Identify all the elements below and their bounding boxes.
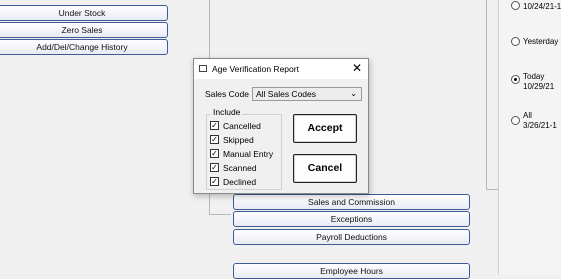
cancel-button[interactable]: Cancel <box>293 154 357 183</box>
check-icon: ✓ <box>210 177 219 186</box>
checkbox-label: Scanned <box>223 163 257 173</box>
date-option-radio-today[interactable] <box>511 75 520 84</box>
employee-hours-button[interactable]: Employee Hours <box>233 263 470 279</box>
under-stock-button[interactable]: Under Stock <box>0 5 168 21</box>
include-label: Include <box>211 107 243 117</box>
sales-and-commission-button[interactable]: Sales and Commission <box>233 194 470 210</box>
date-option-radio-1[interactable] <box>511 1 520 10</box>
date-option-label-today: Today 10/29/21 <box>523 72 555 91</box>
date-option-label-1: 10/24/21-1 <box>523 2 561 11</box>
dialog-title: Age Verification Report <box>212 64 299 74</box>
panel-divider-right <box>486 0 487 190</box>
checkbox-label: Cancelled <box>223 121 261 131</box>
check-icon: ✓ <box>210 121 219 130</box>
check-icon: ✓ <box>210 163 219 172</box>
close-icon[interactable]: ✕ <box>352 61 362 76</box>
age-verification-dialog: Age Verification Report ✕ Sales Code All… <box>193 58 369 194</box>
panel-divider-bottom <box>209 214 231 215</box>
add-del-change-history-button[interactable]: Add/Del/Change History <box>0 39 168 55</box>
date-option-radio-yesterday[interactable] <box>511 37 520 46</box>
app-window-icon <box>199 65 207 72</box>
panel-divider-mid <box>486 189 498 190</box>
date-option-label-all: All 3/26/21-1 <box>523 111 557 130</box>
dialog-titlebar: Age Verification Report ✕ <box>194 59 368 79</box>
exceptions-button[interactable]: Exceptions <box>233 211 470 227</box>
checkbox-label: Manual Entry <box>223 149 274 159</box>
sales-code-select[interactable]: All Sales Codes ⌄ <box>252 87 362 101</box>
date-option-radio-all[interactable] <box>511 116 520 125</box>
sales-code-value: All Sales Codes <box>256 89 317 99</box>
date-range-panel: 10/24/21-1 Yesterday Today 10/29/21 All … <box>498 0 561 275</box>
check-icon: ✓ <box>210 135 219 144</box>
accept-button[interactable]: Accept <box>293 114 357 143</box>
date-option-label-yesterday: Yesterday <box>523 37 559 46</box>
checkbox-label: Declined <box>223 177 257 187</box>
checkbox-label: Skipped <box>223 135 254 145</box>
zero-sales-button[interactable]: Zero Sales <box>0 22 168 38</box>
chevron-down-icon: ⌄ <box>350 89 357 98</box>
check-icon: ✓ <box>210 149 219 158</box>
payroll-deductions-button[interactable]: Payroll Deductions <box>233 229 470 245</box>
sales-code-label: Sales Code <box>205 89 249 99</box>
